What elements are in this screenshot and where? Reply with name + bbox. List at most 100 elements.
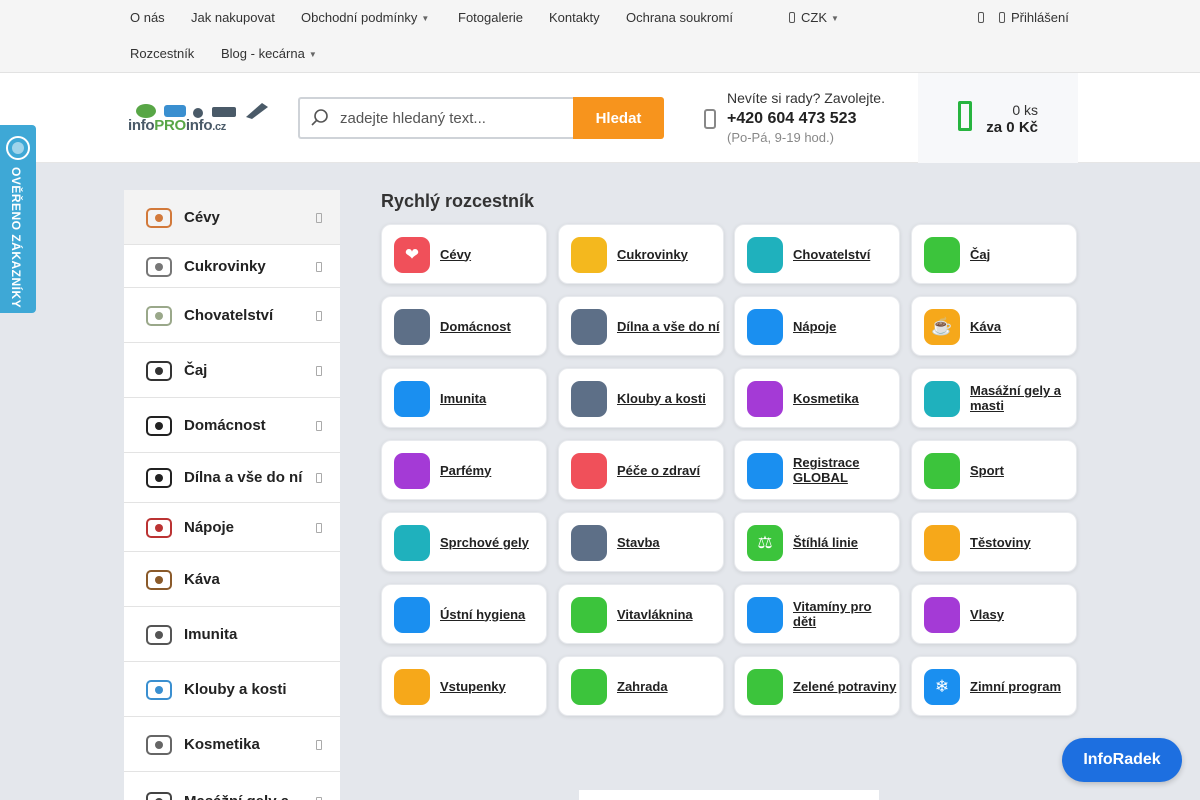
contact-phone[interactable]: +420 604 473 523 — [727, 110, 885, 128]
quick-link-label[interactable]: Dílna a vše do ní — [617, 297, 721, 355]
pet-bowl-icon — [144, 301, 174, 331]
quick-link-tile[interactable]: Chovatelství — [734, 224, 900, 284]
quick-link-tile[interactable]: Nápoje — [734, 296, 900, 356]
sidebar-item[interactable]: Čaj — [124, 343, 340, 398]
quick-link-label[interactable]: Péče o zdraví — [617, 441, 721, 499]
quick-link-label[interactable]: Cukrovinky — [617, 225, 721, 283]
quick-link-label[interactable]: Cévy — [440, 225, 544, 283]
sidebar-item[interactable]: Cévy — [124, 190, 340, 245]
quick-link-label[interactable]: Sprchové gely — [440, 513, 544, 571]
login-link[interactable]: Přihlášení — [999, 10, 1069, 25]
quick-link-tile[interactable]: Vlasy — [911, 584, 1077, 644]
quick-link-tile[interactable]: Sprchové gely — [381, 512, 547, 572]
verified-by-customers-badge[interactable]: OVĚŘENO ZÁKAZNÍKY — [0, 125, 36, 313]
quick-link-label[interactable]: Káva — [970, 297, 1074, 355]
quick-link-tile[interactable]: Čaj — [911, 224, 1077, 284]
quick-link-label[interactable]: Masážní gely a masti — [970, 369, 1074, 427]
quick-link-tile[interactable]: ❤ Cévy — [381, 224, 547, 284]
quick-link-tile[interactable]: Vitavláknina — [558, 584, 724, 644]
sidebar-item[interactable]: Masážní gely a — [124, 772, 340, 800]
quick-link-tile[interactable]: ❄ Zimní program — [911, 656, 1077, 716]
quick-link-label[interactable]: Chovatelství — [793, 225, 897, 283]
nav-link-jak-nakupovat[interactable]: Jak nakupovat — [191, 10, 275, 25]
sidebar-item[interactable]: Nápoje — [124, 503, 340, 552]
nav-link-ochrana-soukromi[interactable]: Ochrana soukromí — [626, 10, 733, 25]
sidebar-item[interactable]: Domácnost — [124, 398, 340, 453]
quick-link-label[interactable]: Kosmetika — [793, 369, 897, 427]
quick-link-tile[interactable]: Cukrovinky — [558, 224, 724, 284]
nav-link-obchodni-podminky[interactable]: Obchodní podmínky ▼ — [301, 10, 429, 25]
quick-link-label[interactable]: Vitamíny pro děti — [793, 585, 897, 643]
quick-link-tile[interactable]: Kosmetika — [734, 368, 900, 428]
quick-link-tile[interactable]: Masážní gely a masti — [911, 368, 1077, 428]
shower-icon — [394, 525, 430, 561]
quick-link-tile[interactable]: Sport — [911, 440, 1077, 500]
quick-link-label[interactable]: Registrace GLOBAL — [793, 441, 897, 499]
site-logo[interactable]: infoPROinfo.cz — [128, 101, 280, 135]
sidebar-item[interactable]: Dílna a vše do ní — [124, 453, 340, 503]
search-toggle[interactable] — [978, 10, 990, 25]
quick-link-tile[interactable]: Dílna a vše do ní — [558, 296, 724, 356]
sidebar-item[interactable]: Chovatelství — [124, 288, 340, 343]
inforadek-chat-button[interactable]: InfoRadek — [1062, 738, 1182, 782]
sidebar-item-label: Kosmetika — [184, 736, 260, 753]
candy-icon — [571, 237, 607, 273]
quick-link-label[interactable]: Vlasy — [970, 585, 1074, 643]
shield-icon — [394, 381, 430, 417]
quick-link-tile[interactable]: Ústní hygiena — [381, 584, 547, 644]
cart-summary[interactable]: 0 ks za 0 Kč — [918, 73, 1078, 163]
nav-link-o-nas[interactable]: O nás — [130, 10, 165, 25]
quick-link-tile[interactable]: Klouby a kosti — [558, 368, 724, 428]
sidebar-item-label: Cukrovinky — [184, 258, 266, 275]
quick-link-label[interactable]: Vstupenky — [440, 657, 544, 715]
top-navigation: O nás Jak nakupovat Obchodní podmínky ▼ F… — [0, 0, 1200, 73]
currency-selector[interactable]: CZK ▼ — [789, 10, 839, 25]
search-input[interactable] — [340, 107, 568, 129]
quick-link-tile[interactable]: Zahrada — [558, 656, 724, 716]
nav-link-blog[interactable]: Blog - kecárna ▼ — [221, 46, 317, 61]
quick-link-label[interactable]: Nápoje — [793, 297, 897, 355]
quick-link-label[interactable]: Zelené potraviny — [793, 657, 897, 715]
sidebar-item[interactable]: Kosmetika — [124, 717, 340, 772]
brick-icon — [571, 525, 607, 561]
quick-link-tile[interactable]: Vitamíny pro děti — [734, 584, 900, 644]
quick-link-label[interactable]: Stavba — [617, 513, 721, 571]
quick-link-tile[interactable]: Registrace GLOBAL — [734, 440, 900, 500]
quick-link-tile[interactable]: ⚖ Štíhlá linie — [734, 512, 900, 572]
candy-icon — [144, 252, 174, 282]
lipstick-icon — [747, 381, 783, 417]
nav-link-fotogalerie[interactable]: Fotogalerie — [458, 10, 523, 25]
sidebar-item[interactable]: Klouby a kosti — [124, 662, 340, 717]
quick-link-label[interactable]: Klouby a kosti — [617, 369, 721, 427]
quick-link-label[interactable]: Zimní program — [970, 657, 1074, 715]
user-icon — [747, 453, 783, 489]
quick-link-tile[interactable]: Stavba — [558, 512, 724, 572]
quick-link-tile[interactable]: Imunita — [381, 368, 547, 428]
quick-link-label[interactable]: Těstoviny — [970, 513, 1074, 571]
hand-icon — [924, 381, 960, 417]
quick-link-label[interactable]: Vitavláknina — [617, 585, 721, 643]
quick-link-label[interactable]: Zahrada — [617, 657, 721, 715]
quick-link-label[interactable]: Imunita — [440, 369, 544, 427]
sidebar-item[interactable]: Káva — [124, 552, 340, 607]
quick-link-label[interactable]: Štíhlá linie — [793, 513, 897, 571]
quick-link-tile[interactable]: ☕ Káva — [911, 296, 1077, 356]
quick-link-label[interactable]: Čaj — [970, 225, 1074, 283]
quick-link-tile[interactable]: Domácnost — [381, 296, 547, 356]
quick-link-tile[interactable]: Zelené potraviny — [734, 656, 900, 716]
quick-link-tile[interactable]: Vstupenky — [381, 656, 547, 716]
quick-link-label[interactable]: Domácnost — [440, 297, 544, 355]
quick-link-tile[interactable]: Parfémy — [381, 440, 547, 500]
cosmetics-icon — [144, 730, 174, 760]
nav-link-kontakty[interactable]: Kontakty — [549, 10, 600, 25]
quick-link-label[interactable]: Parfémy — [440, 441, 544, 499]
quick-link-tile[interactable]: Péče o zdraví — [558, 440, 724, 500]
nav-link-rozcestnik[interactable]: Rozcestník — [130, 46, 194, 61]
sidebar-item[interactable]: Cukrovinky — [124, 245, 340, 288]
quick-link-label[interactable]: Ústní hygiena — [440, 585, 544, 643]
child-icon — [747, 597, 783, 633]
quick-link-label[interactable]: Sport — [970, 441, 1074, 499]
search-button[interactable]: Hledat — [573, 97, 664, 139]
sidebar-item[interactable]: Imunita — [124, 607, 340, 662]
quick-link-tile[interactable]: Těstoviny — [911, 512, 1077, 572]
